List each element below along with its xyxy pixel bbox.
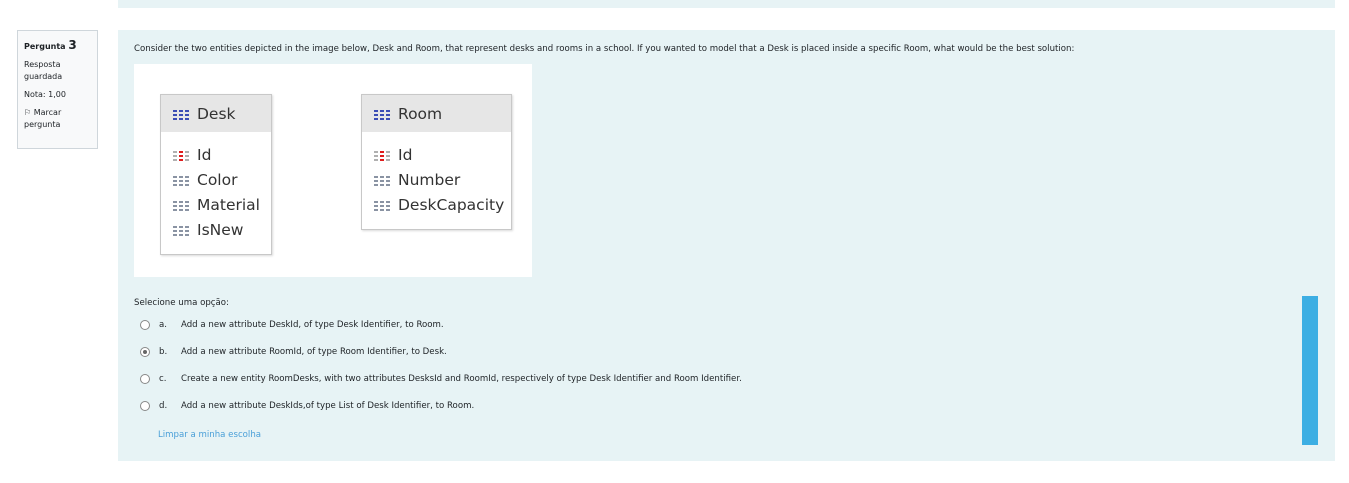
option-d[interactable]: d. Add a new attribute DeskIds,of type Li… [140, 401, 474, 411]
option-text: Add a new attribute DeskId, of type Desk… [181, 320, 444, 330]
attribute-icon [173, 223, 189, 236]
option-text: Add a new attribute RoomId, of type Room… [181, 347, 447, 357]
option-letter: a. [159, 320, 167, 330]
radio-d[interactable] [140, 401, 150, 411]
option-letter: c. [159, 374, 167, 384]
question-number-value: 3 [68, 38, 77, 52]
option-letter: b. [159, 347, 168, 357]
answer-prompt: Selecione uma opção: [134, 298, 229, 308]
key-attribute-icon [374, 148, 390, 161]
question-status: Resposta guardada [24, 60, 63, 81]
option-b[interactable]: b. Add a new attribute RoomId, of type Ro… [140, 347, 447, 357]
attribute: Id [197, 145, 212, 164]
question-label: Pergunta [24, 42, 66, 51]
entity-desk: Desk Id Color Material IsNew [160, 94, 272, 255]
previous-question-panel [118, 0, 1335, 8]
key-attribute-icon [173, 148, 189, 161]
attribute: Number [398, 170, 461, 189]
attribute: DeskCapacity [398, 195, 505, 214]
entity-room: Room Id Number DeskCapacity [361, 94, 512, 230]
attribute: Material [197, 195, 260, 214]
question-panel: Consider the two entities depicted in th… [118, 30, 1335, 461]
radio-b[interactable] [140, 347, 150, 357]
question-grade: Nota: 1,00 [24, 90, 66, 99]
entity-name: Desk [197, 104, 236, 123]
entity-icon [173, 107, 189, 120]
entity-icon [374, 107, 390, 120]
side-accent-bar [1302, 296, 1318, 445]
question-number: Pergunta 3 [24, 39, 91, 53]
attribute: IsNew [197, 220, 244, 239]
attribute-icon [374, 198, 390, 211]
entity-diagram: Desk Id Color Material IsNew Room Id Num… [134, 64, 532, 277]
option-a[interactable]: a. Add a new attribute DeskId, of type De… [140, 320, 444, 330]
question-text: Consider the two entities depicted in th… [134, 44, 1075, 54]
option-c[interactable]: c. Create a new entity RoomDesks, with tw… [140, 374, 742, 384]
attribute: Color [197, 170, 238, 189]
radio-c[interactable] [140, 374, 150, 384]
clear-choice-link[interactable]: Limpar a minha escolha [158, 430, 261, 440]
flag-question-link[interactable]: ⚐ Marcar pergunta [24, 107, 91, 131]
question-info: Pergunta 3 Resposta guardada Nota: 1,00 … [17, 30, 98, 149]
attribute-icon [173, 173, 189, 186]
option-text: Add a new attribute DeskIds,of type List… [181, 401, 475, 411]
radio-a[interactable] [140, 320, 150, 330]
entity-name: Room [398, 104, 443, 123]
flag-icon: ⚐ [24, 108, 32, 117]
attribute-icon [173, 198, 189, 211]
option-text: Create a new entity RoomDesks, with two … [181, 374, 742, 384]
attribute: Id [398, 145, 413, 164]
option-letter: d. [159, 401, 168, 411]
attribute-icon [374, 173, 390, 186]
